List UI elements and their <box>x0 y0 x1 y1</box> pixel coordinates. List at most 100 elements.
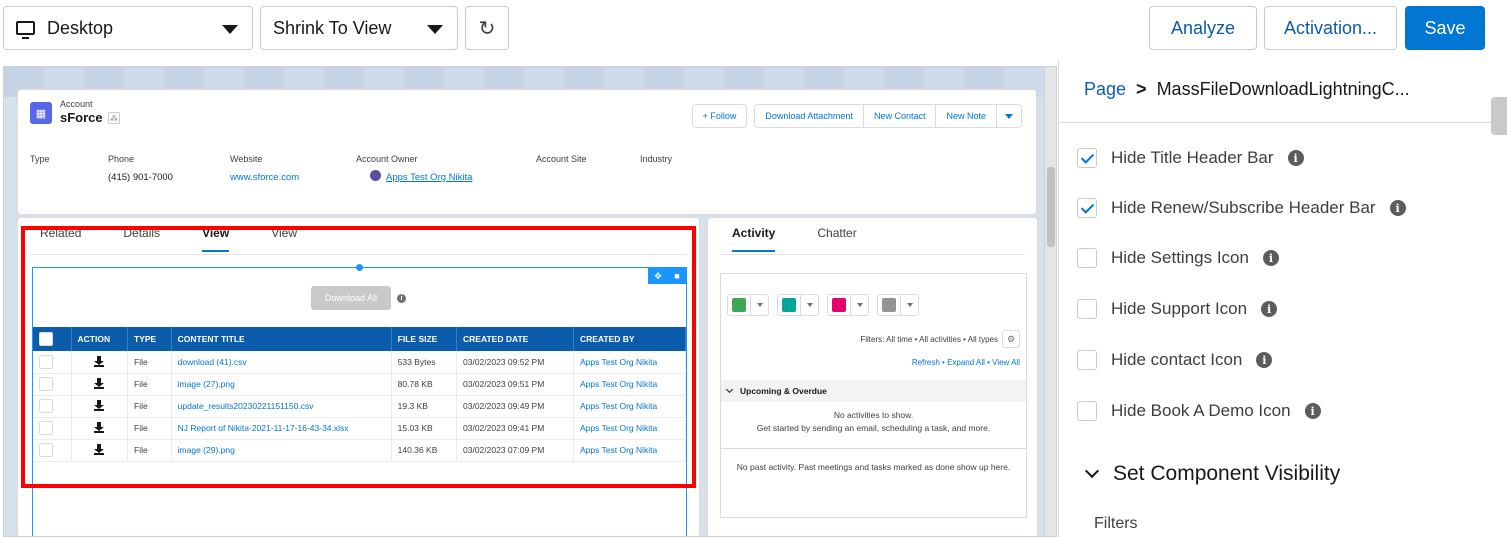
download-icon[interactable] <box>94 422 105 433</box>
event-dropdown[interactable] <box>850 295 868 315</box>
row-checkbox[interactable] <box>39 421 53 435</box>
main-tabset-card: Related Details View View ✥ ■ Download A… <box>17 217 700 536</box>
tab-view[interactable]: View <box>271 226 297 252</box>
option-hide-contact-icon[interactable]: Hide contact Icon i <box>1077 350 1273 370</box>
mass-file-download-component[interactable]: ✥ ■ Download All i ACTION TYPE CONTENT T… <box>32 264 687 536</box>
email-icon[interactable] <box>882 298 896 312</box>
panel-collapse-handle[interactable] <box>1491 97 1507 135</box>
column-header-content-title: CONTENT TITLE <box>171 327 392 351</box>
download-icon[interactable] <box>94 400 105 411</box>
row-checkbox[interactable] <box>39 377 53 391</box>
info-icon[interactable]: i <box>1261 301 1278 317</box>
option-hide-book-a-demo-icon[interactable]: Hide Book A Demo Icon i <box>1077 401 1321 421</box>
row-action-cell[interactable] <box>71 373 129 396</box>
row-select-cell[interactable] <box>33 395 72 418</box>
row-content-title-link[interactable]: download (41).csv <box>171 351 392 374</box>
call-icon[interactable] <box>782 298 796 312</box>
checkbox-hide-settings-icon[interactable] <box>1077 248 1097 268</box>
email-group[interactable] <box>877 294 919 316</box>
new-event-group[interactable] <box>827 294 869 316</box>
checkbox-hide-renew-subscribe-header-bar[interactable] <box>1077 198 1097 218</box>
row-checkbox[interactable] <box>39 354 53 369</box>
tab-activity[interactable]: Activity <box>732 226 776 252</box>
checkbox-hide-book-a-demo-icon[interactable] <box>1077 401 1097 421</box>
row-select-cell[interactable] <box>33 417 72 440</box>
event-icon[interactable] <box>832 298 846 312</box>
breadcrumb-page-link[interactable]: Page <box>1084 79 1126 99</box>
tab-details[interactable]: Details <box>123 226 160 252</box>
checkbox-hide-support-icon[interactable] <box>1077 299 1097 319</box>
download-icon[interactable] <box>94 444 105 455</box>
row-select-cell[interactable] <box>33 439 72 462</box>
scrollbar-thumb[interactable] <box>1047 167 1055 247</box>
select-all-header[interactable] <box>33 327 72 351</box>
info-icon[interactable]: i <box>1262 250 1279 266</box>
download-attachment-button[interactable]: Download Attachment <box>754 104 864 128</box>
row-created-by-link[interactable]: Apps Test Org Nikita <box>573 417 687 440</box>
save-button[interactable]: Save <box>1405 6 1485 50</box>
log-call-group[interactable] <box>777 294 819 316</box>
option-hide-settings-icon[interactable]: Hide Settings Icon i <box>1077 248 1279 268</box>
set-component-visibility-section[interactable]: Set Component Visibility <box>1084 462 1340 486</box>
row-content-title-link[interactable]: NJ Report of Nikita-2021-11-17-16-43-34.… <box>171 417 392 440</box>
row-checkbox[interactable] <box>39 399 53 413</box>
upcoming-overdue-header[interactable]: Upcoming & Overdue <box>721 380 1026 402</box>
row-created-by-link[interactable]: Apps Test Org Nikita <box>573 373 687 396</box>
option-hide-support-icon[interactable]: Hide Support Icon i <box>1077 299 1278 319</box>
delete-icon[interactable]: ■ <box>674 271 679 281</box>
info-icon[interactable]: i <box>1256 352 1273 368</box>
row-content-title-link[interactable]: image (29).png <box>171 439 392 462</box>
new-contact-button[interactable]: New Contact <box>862 104 937 128</box>
refresh-icon: ↻ <box>478 17 496 40</box>
row-action-cell[interactable] <box>71 417 129 440</box>
row-select-cell[interactable] <box>33 351 72 374</box>
analyze-button[interactable]: Analyze <box>1149 6 1257 50</box>
info-icon[interactable]: i <box>1389 200 1406 216</box>
info-icon[interactable]: i <box>1287 150 1304 166</box>
download-all-button[interactable]: Download All <box>311 286 391 310</box>
task-dropdown[interactable] <box>750 295 768 315</box>
row-created-by-link[interactable]: Apps Test Org Nikita <box>573 439 687 462</box>
view-mode-dropdown[interactable]: Shrink To View <box>260 6 458 50</box>
row-checkbox[interactable] <box>39 443 53 457</box>
hierarchy-icon[interactable]: ⁂ <box>108 112 120 124</box>
row-content-title-link[interactable]: image (27).png <box>171 373 392 396</box>
row-created-by-link[interactable]: Apps Test Org Nikita <box>573 395 687 418</box>
move-icon[interactable]: ✥ <box>654 271 662 282</box>
field-value-account-owner[interactable]: Apps Test Org Nikita <box>386 172 472 183</box>
row-created-by-link[interactable]: Apps Test Org Nikita <box>573 351 687 374</box>
refresh-button[interactable]: ↻ <box>465 6 509 50</box>
email-dropdown[interactable] <box>900 295 918 315</box>
option-hide-renew-subscribe-header-bar[interactable]: Hide Renew/Subscribe Header Bar i <box>1077 198 1406 218</box>
checkbox-hide-contact-icon[interactable] <box>1077 350 1097 370</box>
more-actions-button[interactable] <box>996 104 1022 128</box>
tab-related[interactable]: Related <box>40 226 81 252</box>
canvas-scrollbar[interactable] <box>1044 67 1056 536</box>
info-icon[interactable]: i <box>1304 403 1321 419</box>
field-label-website: Website <box>230 154 263 164</box>
activity-links[interactable]: Refresh • Expand All • View All <box>912 358 1020 367</box>
select-all-checkbox[interactable] <box>39 332 53 346</box>
activation-button[interactable]: Activation... <box>1264 6 1397 50</box>
row-action-cell[interactable] <box>71 395 129 418</box>
call-dropdown[interactable] <box>800 295 818 315</box>
row-select-cell[interactable] <box>33 373 72 396</box>
field-value-website[interactable]: www.sforce.com <box>230 172 299 183</box>
new-note-button[interactable]: New Note <box>935 104 997 128</box>
row-content-title-link[interactable]: update_results20230221151150.csv <box>171 395 392 418</box>
component-drag-handle[interactable] <box>356 264 363 271</box>
row-action-cell[interactable] <box>71 439 129 462</box>
device-dropdown[interactable]: Desktop <box>3 6 253 50</box>
task-icon[interactable] <box>732 298 746 312</box>
download-icon[interactable] <box>94 355 105 367</box>
download-icon[interactable] <box>94 378 105 389</box>
tab-chatter[interactable]: Chatter <box>817 226 856 252</box>
gear-icon[interactable]: ⚙ <box>1002 330 1020 348</box>
option-label: Hide Title Header Bar <box>1111 148 1274 167</box>
follow-button[interactable]: + Follow <box>691 104 748 128</box>
checkbox-hide-title-header-bar[interactable] <box>1077 148 1097 168</box>
option-hide-title-header-bar[interactable]: Hide Title Header Bar i <box>1077 148 1304 168</box>
tab-view-active[interactable]: View <box>202 226 230 252</box>
row-action-cell[interactable] <box>71 351 129 374</box>
new-task-group[interactable] <box>727 294 769 316</box>
